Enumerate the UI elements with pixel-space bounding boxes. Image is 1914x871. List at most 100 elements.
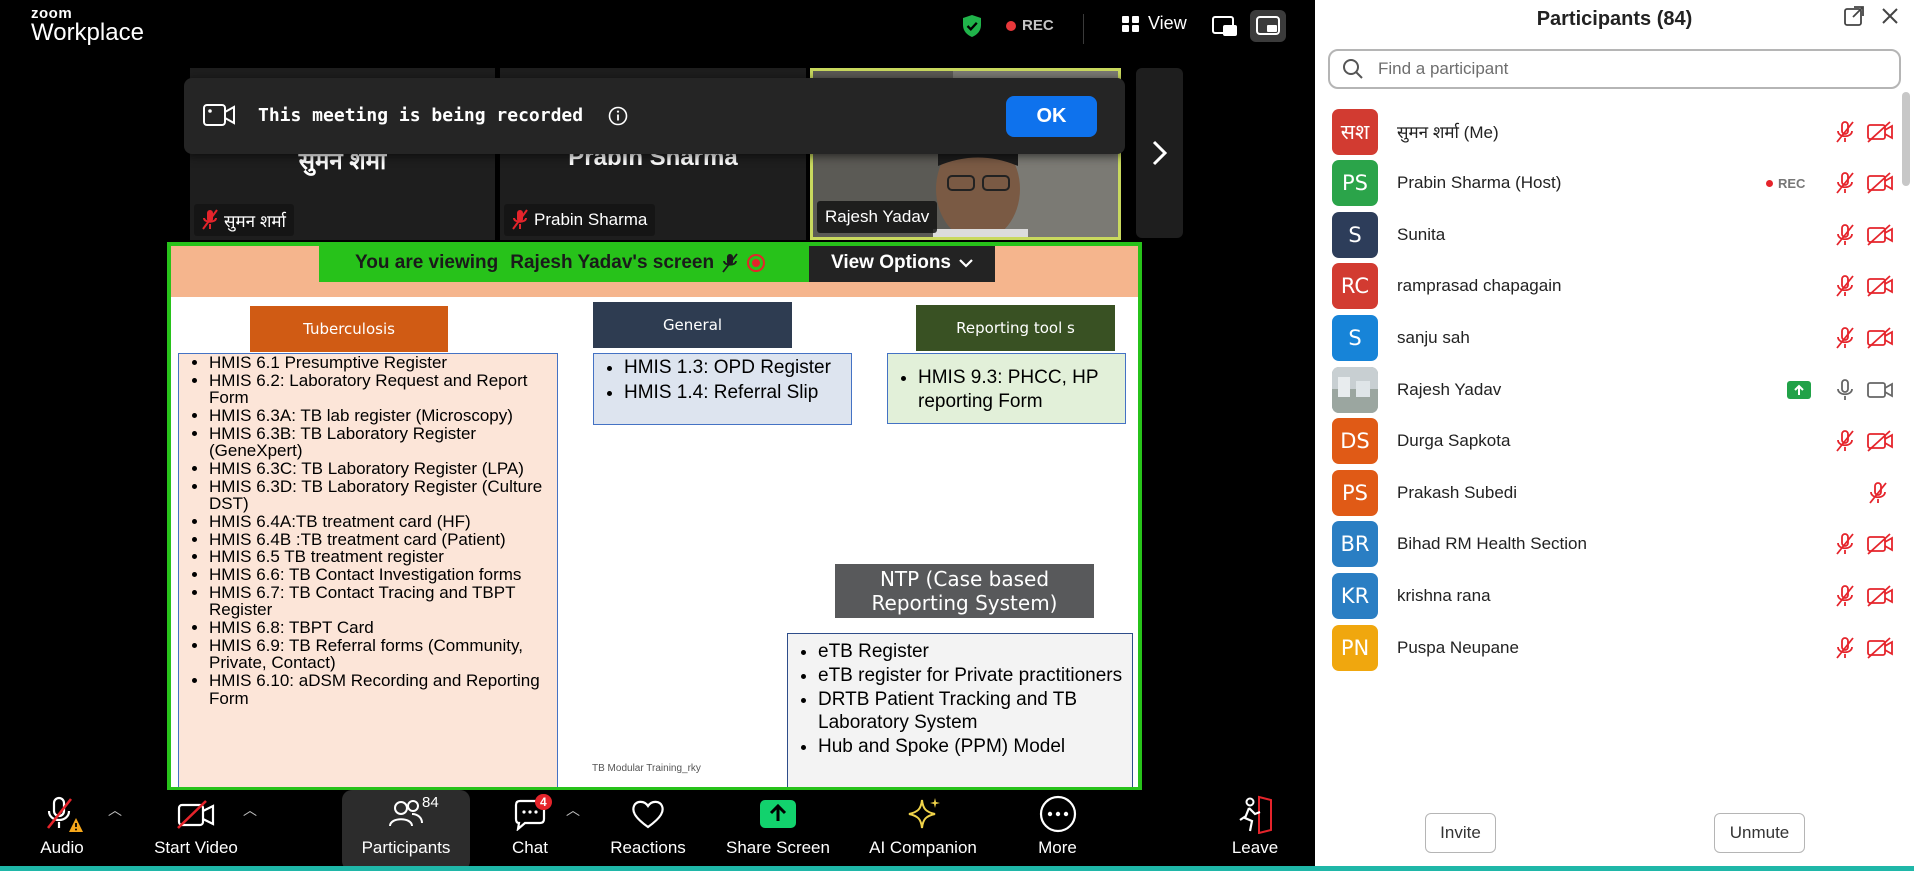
more-button[interactable]: More [1031,790,1084,871]
avatar: सश [1332,108,1378,155]
video-off-icon[interactable] [1866,584,1894,608]
mic-muted-icon[interactable] [1833,429,1857,453]
reporting-tools-header: Reporting tool s [916,305,1115,351]
list-item: HMIS 1.3: OPD Register [624,356,851,381]
mic-muted-icon[interactable] [1833,532,1857,556]
mic-muted-icon[interactable] [1833,223,1857,247]
avatar: S [1332,211,1378,258]
info-icon[interactable] [608,106,628,126]
participant-search[interactable] [1328,49,1901,89]
fullscreen-button[interactable] [1250,10,1286,42]
grid-icon [1122,15,1139,32]
participant-name: Prabin Sharma (Host) [1397,173,1562,193]
picture-in-picture-icon[interactable] [1212,14,1238,38]
video-off-icon[interactable] [1866,171,1894,195]
search-icon [1343,59,1363,79]
video-off-icon[interactable] [1866,274,1894,298]
rec-label: REC [1022,17,1054,34]
record-icon [747,254,766,272]
reactions-label: Reactions [610,838,686,857]
tile-label-text: सुमन शर्मा [224,211,286,231]
chevron-down-icon [959,259,973,268]
chat-label: Chat [512,838,548,857]
viewing-name: Rajesh Yadav's screen [510,252,715,273]
window-switch-icon [1256,16,1280,35]
mic-icon[interactable] [1833,378,1857,402]
mic-muted-icon[interactable] [1833,636,1857,660]
mic-muted-icon[interactable] [1866,481,1890,505]
mic-muted-icon[interactable] [1833,326,1857,350]
tile-name-label: Rajesh Yadav [817,201,938,233]
participant-name: Sunita [1397,224,1446,244]
participant-name: Puspa Neupane [1397,637,1519,657]
video-icon[interactable] [1866,378,1894,402]
mic-muted-icon [202,209,218,230]
participants-icon [389,800,423,827]
mic-muted-icon[interactable] [1833,274,1857,298]
participant-name: sanju sah [1397,327,1470,347]
meeting-area: zoom Workplace REC View सुमन शर्मा सुमन … [0,0,1315,871]
start-video-button[interactable]: Start Video [146,790,246,871]
chevron-right-icon [1152,140,1167,166]
ok-button[interactable]: OK [1006,96,1097,137]
recording-badge: REC [1766,176,1805,191]
video-off-icon[interactable] [1866,532,1894,556]
unmute-button[interactable]: Unmute [1714,813,1805,853]
video-off-icon[interactable] [1866,636,1894,660]
ai-companion-button[interactable]: AI Companion [862,790,984,871]
participant-row[interactable]: PN Puspa Neupane [1315,616,1900,679]
view-options-button[interactable]: View Options [809,246,995,282]
mic-muted-icon[interactable] [1833,120,1857,144]
tuberculosis-list: HMIS 6.1 Presumptive Register HMIS 6.2: … [178,353,558,787]
list-item: eTB Register [818,640,1132,664]
audio-options-caret[interactable]: ︿ [108,800,122,820]
shared-screen[interactable]: You are viewing Rajesh Yadav's screen Vi… [167,242,1142,791]
video-off-icon [177,800,215,829]
mic-muted-icon [722,253,738,273]
avatar: PS [1332,160,1378,207]
list-item: HMIS 6.4A:TB treatment card (HF) [209,513,557,531]
next-page-button[interactable] [1136,68,1183,238]
heart-icon [632,800,664,829]
invite-button[interactable]: Invite [1425,813,1496,853]
close-icon[interactable] [1878,4,1902,28]
video-off-icon[interactable] [1866,223,1894,247]
list-item: Hub and Spoke (PPM) Model [818,735,1132,759]
recording-indicator[interactable]: REC [1006,17,1054,34]
list-item: HMIS 6.9: TB Referral forms (Community, … [209,636,557,672]
participant-list[interactable]: सश सुमन शर्मा (Me) PS Prabin Sharma (Host) R… [1315,95,1900,795]
participant-name: सुमन शर्मा (Me) [1397,123,1499,142]
video-off-icon[interactable] [1866,326,1894,350]
mic-muted-icon[interactable] [1833,584,1857,608]
mic-muted-icon [512,209,528,230]
screen-sharing-icon [1787,380,1811,399]
list-item: DRTB Patient Tracking and TB Laboratory … [818,688,1132,736]
list-item: HMIS 1.4: Referral Slip [624,381,851,406]
logo-workplace: Workplace [31,19,144,46]
video-off-icon[interactable] [1866,429,1894,453]
share-screen-button[interactable]: Share Screen [721,790,835,871]
view-button[interactable]: View [1121,13,1187,34]
chat-options-caret[interactable]: ︿ [566,800,580,820]
video-off-icon[interactable] [1866,120,1894,144]
reactions-button[interactable]: Reactions [605,790,691,871]
viewing-banner: You are viewing Rajesh Yadav's screen [319,246,809,282]
chat-button[interactable]: 4 Chat [502,790,558,871]
mic-muted-icon[interactable] [1833,171,1857,195]
participants-button[interactable]: 84 Participants [342,790,470,871]
scrollbar[interactable] [1902,92,1910,186]
search-input[interactable] [1378,59,1838,79]
video-options-caret[interactable]: ︿ [243,800,257,820]
sparkle-icon [908,798,940,829]
divider [1083,14,1084,44]
leave-button[interactable]: Leave [1227,790,1283,871]
shield-check-icon[interactable] [961,14,983,38]
share-screen-icon [760,800,796,828]
list-item: HMIS 6.3A: TB lab register (Microscopy) [209,407,557,425]
ntp-list: eTB Register eTB register for Private pr… [787,633,1133,787]
participant-name: ramprasad chapagain [1397,276,1562,296]
popout-icon[interactable] [1842,4,1866,28]
panel-title: Participants (84) [1536,8,1693,30]
audio-button[interactable]: Audio [20,790,104,871]
participant-name: Prakash Subedi [1397,482,1518,502]
